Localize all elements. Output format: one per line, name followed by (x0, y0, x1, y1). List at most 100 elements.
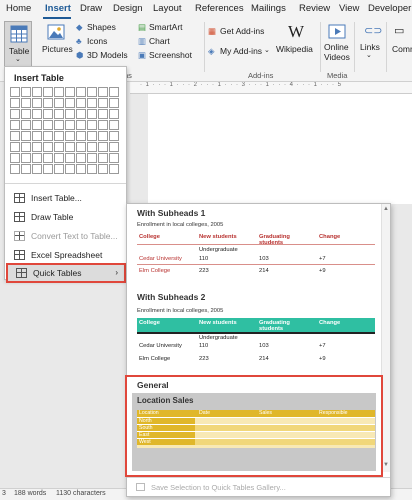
table-grid-cell[interactable] (32, 120, 42, 130)
wikipedia-button[interactable]: W Wikipedia (276, 22, 316, 66)
table-grid-cell[interactable] (43, 153, 53, 163)
table-grid-cell[interactable] (54, 109, 64, 119)
online-videos-button[interactable]: Online Videos (322, 22, 352, 66)
table-grid-cell[interactable] (21, 120, 31, 130)
my-addins-button[interactable]: ◈ My Add-ins ⌄ (208, 46, 272, 58)
table-grid-cell[interactable] (43, 98, 53, 108)
table-grid-cell[interactable] (65, 153, 75, 163)
table-grid-cell[interactable] (76, 120, 86, 130)
quick-table-location-sales[interactable]: Location Sales Location Date Sales Respo… (132, 393, 376, 471)
character-count[interactable]: 1130 characters (56, 490, 106, 497)
table-grid-cell[interactable] (87, 120, 97, 130)
table-grid-cell[interactable] (32, 131, 42, 141)
table-grid-cell[interactable] (21, 164, 31, 174)
word-count[interactable]: 188 words (14, 490, 46, 497)
table-grid-cell[interactable] (76, 153, 86, 163)
table-grid-cell[interactable] (43, 87, 53, 97)
table-grid-cell[interactable] (76, 131, 86, 141)
table-grid-cell[interactable] (32, 109, 42, 119)
table-grid-cell[interactable] (32, 164, 42, 174)
table-grid-cell[interactable] (65, 109, 75, 119)
table-grid-cell[interactable] (109, 131, 119, 141)
table-grid-cell[interactable] (109, 153, 119, 163)
chart-button[interactable]: ▥ Chart (138, 36, 194, 48)
table-grid-cell[interactable] (43, 131, 53, 141)
table-grid-cell[interactable] (65, 87, 75, 97)
table-grid-cell[interactable] (65, 98, 75, 108)
excel-spreadsheet-menu-item[interactable]: Excel Spreadsheet (6, 245, 126, 264)
tab-draw[interactable]: Draw (80, 3, 102, 14)
table-grid-cell[interactable] (43, 142, 53, 152)
table-grid-cell[interactable] (109, 164, 119, 174)
table-grid-cell[interactable] (98, 87, 108, 97)
table-grid-cell[interactable] (87, 164, 97, 174)
table-grid-cell[interactable] (98, 153, 108, 163)
scroll-down-icon[interactable]: ▼ (383, 462, 389, 468)
tab-home[interactable]: Home (6, 3, 31, 14)
table-grid-cell[interactable] (54, 131, 64, 141)
table-grid-cell[interactable] (109, 120, 119, 130)
table-grid-cell[interactable] (65, 142, 75, 152)
pictures-button[interactable]: Pictures (40, 22, 73, 66)
table-grid-cell[interactable] (43, 109, 53, 119)
quick-tables-menu-item[interactable]: Quick Tables › (6, 263, 126, 283)
table-grid-cell[interactable] (21, 153, 31, 163)
table-grid-cell[interactable] (54, 98, 64, 108)
table-grid-cell[interactable] (10, 87, 20, 97)
table-grid-cell[interactable] (32, 142, 42, 152)
table-grid-cell[interactable] (87, 153, 97, 163)
table-grid-cell[interactable] (21, 142, 31, 152)
table-grid-cell[interactable] (98, 131, 108, 141)
table-grid-cell[interactable] (21, 87, 31, 97)
table-grid-cell[interactable] (98, 98, 108, 108)
table-grid-cell[interactable] (54, 142, 64, 152)
table-grid-cell[interactable] (87, 142, 97, 152)
table-grid-cell[interactable] (43, 120, 53, 130)
table-grid-cell[interactable] (98, 120, 108, 130)
table-grid-cell[interactable] (109, 142, 119, 152)
table-grid-cell[interactable] (87, 109, 97, 119)
shapes-button[interactable]: ◆ Shapes (76, 22, 132, 34)
page-indicator[interactable]: 3 (2, 490, 6, 497)
table-grid-cell[interactable] (10, 164, 20, 174)
table-grid-cell[interactable] (76, 109, 86, 119)
table-grid-cell[interactable] (65, 131, 75, 141)
tab-insert[interactable]: Insert (45, 3, 71, 14)
table-grid-cell[interactable] (76, 87, 86, 97)
table-grid-cell[interactable] (87, 98, 97, 108)
table-grid-cell[interactable] (21, 131, 31, 141)
tab-view[interactable]: View (339, 3, 359, 14)
tab-references[interactable]: References (195, 3, 244, 14)
icons-button[interactable]: ♣ Icons (76, 36, 132, 48)
table-grid-cell[interactable] (10, 120, 20, 130)
table-grid-cell[interactable] (87, 87, 97, 97)
table-grid-cell[interactable] (98, 142, 108, 152)
get-addins-button[interactable]: ▦ Get Add-ins (208, 26, 272, 38)
screenshot-button[interactable]: ▣ Screenshot (138, 50, 202, 62)
table-grid-cell[interactable] (10, 131, 20, 141)
tab-mailings[interactable]: Mailings (251, 3, 286, 14)
3d-models-button[interactable]: ⬢ 3D Models (76, 50, 134, 62)
draw-table-menu-item[interactable]: Draw Table (6, 207, 126, 226)
links-button[interactable]: ⊂⊃ Links ⌄ (358, 22, 384, 66)
table-grid-cell[interactable] (32, 98, 42, 108)
tab-design[interactable]: Design (113, 3, 143, 14)
table-grid-cell[interactable] (32, 153, 42, 163)
comment-button[interactable]: ▭ Comm (390, 22, 412, 66)
smartart-button[interactable]: ▤ SmartArt (138, 22, 194, 34)
table-grid-cell[interactable] (54, 87, 64, 97)
table-grid-cell[interactable] (54, 120, 64, 130)
table-grid-cell[interactable] (54, 164, 64, 174)
table-grid-cell[interactable] (21, 98, 31, 108)
tab-developer[interactable]: Developer (368, 3, 411, 14)
table-grid-cell[interactable] (54, 153, 64, 163)
table-grid-cell[interactable] (65, 120, 75, 130)
tab-review[interactable]: Review (299, 3, 330, 14)
table-grid-cell[interactable] (65, 164, 75, 174)
table-grid-cell[interactable] (98, 164, 108, 174)
insert-table-menu-item[interactable]: Insert Table... (6, 188, 126, 207)
table-grid-cell[interactable] (10, 142, 20, 152)
table-grid-cell[interactable] (76, 142, 86, 152)
table-grid-cell[interactable] (109, 98, 119, 108)
table-grid-cell[interactable] (109, 87, 119, 97)
